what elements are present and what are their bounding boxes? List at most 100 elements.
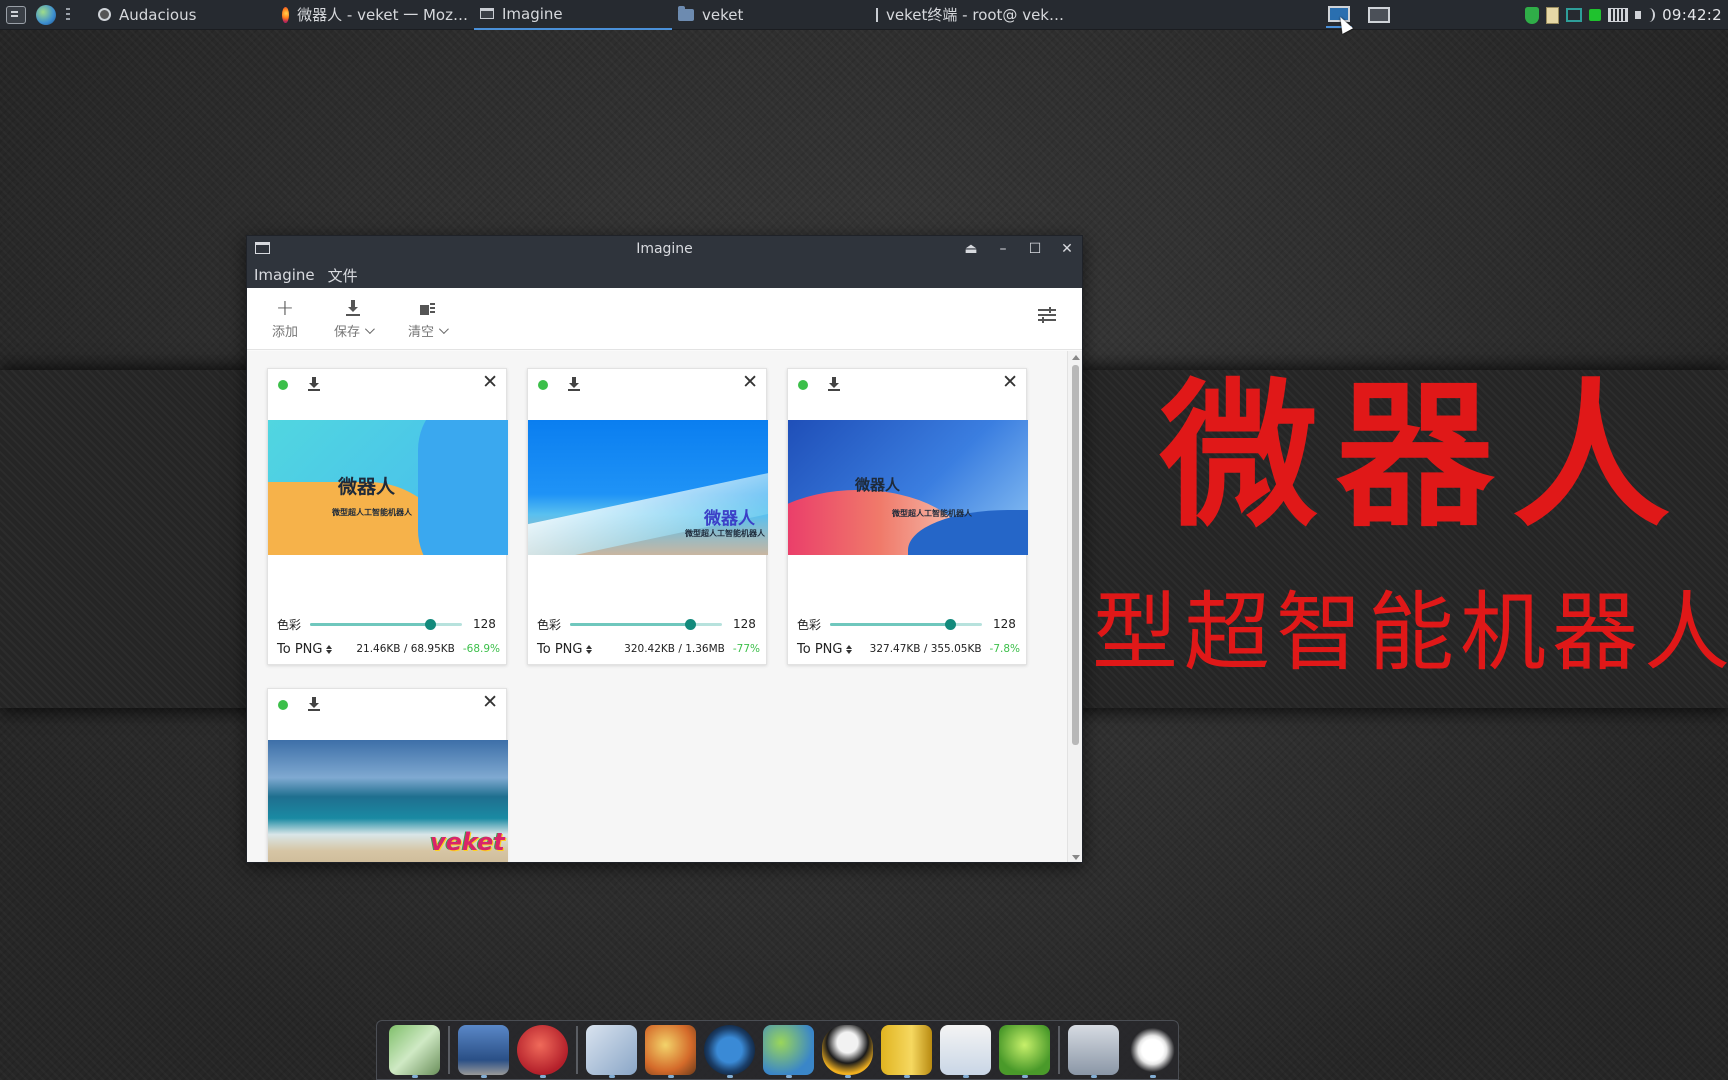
window-title: Imagine	[636, 241, 693, 257]
clock[interactable]: 09:42:2	[1662, 6, 1722, 24]
firefox-icon	[282, 6, 290, 23]
status-dot	[278, 700, 288, 710]
terminal-icon	[876, 7, 879, 22]
close-icon[interactable]: ✕	[742, 373, 758, 392]
image-card: ✕ 微器人 微型超人工智能机器人 色彩 128 To PNG 327.47KB …	[787, 368, 1028, 665]
vertical-scrollbar[interactable]	[1067, 351, 1082, 862]
launcher-area	[0, 4, 92, 25]
download-icon[interactable]	[308, 697, 320, 712]
image-thumbnail: 微器人 微型超人工智能机器人	[528, 420, 768, 555]
compression-percent: -77%	[732, 643, 760, 655]
browser-launcher-icon[interactable]	[36, 4, 56, 25]
battery-icon[interactable]	[1589, 9, 1602, 21]
volume-icon[interactable]	[1635, 7, 1656, 23]
dock-computer-icon[interactable]	[457, 1025, 509, 1078]
dock-spreadsheet-icon[interactable]	[940, 1025, 992, 1078]
colors-slider[interactable]	[830, 614, 982, 634]
thumb-subtitle: 微型超人工智能机器人	[892, 509, 972, 518]
terminal-launcher-icon[interactable]	[6, 5, 26, 24]
clear-button[interactable]: 清空	[408, 298, 449, 340]
slider-knob[interactable]	[685, 619, 696, 630]
minimize-button[interactable]: –	[994, 240, 1012, 258]
download-icon[interactable]	[568, 377, 580, 392]
size-info: 327.47KB / 355.05KB	[869, 643, 982, 655]
slider-label: 色彩	[797, 617, 822, 632]
image-list: ✕ 微器人 微型超人工智能机器人 色彩 128 To PNG 21.46KB /…	[247, 351, 1069, 862]
updown-icon	[846, 644, 853, 654]
close-icon[interactable]: ✕	[1002, 373, 1018, 392]
colors-slider[interactable]	[570, 614, 722, 634]
status-dot	[798, 380, 808, 390]
slider-knob[interactable]	[425, 619, 436, 630]
updown-icon	[586, 644, 593, 654]
window-controls: ⏏ – ☐ ✕	[962, 236, 1076, 262]
card-header: ✕	[788, 369, 1026, 419]
image-thumbnail: veket	[268, 740, 508, 862]
close-icon[interactable]: ✕	[482, 373, 498, 392]
status-dot	[538, 380, 548, 390]
keyboard-icon[interactable]	[1608, 8, 1629, 22]
compression-percent: -68.9%	[462, 643, 500, 655]
scrollbar-thumb[interactable]	[1072, 365, 1079, 745]
tune-icon[interactable]	[1038, 307, 1056, 323]
dock-media-player-icon[interactable]	[704, 1025, 756, 1078]
format-select[interactable]: To PNG	[277, 642, 347, 657]
menu-imagine[interactable]: Imagine	[254, 266, 315, 284]
dock-help-icon[interactable]	[999, 1025, 1051, 1078]
shade-button[interactable]: ⏏	[962, 240, 980, 258]
dock-drive-icon[interactable]	[1068, 1025, 1120, 1078]
dock-paint-icon[interactable]	[645, 1025, 697, 1078]
download-icon[interactable]	[828, 377, 840, 392]
clear-label: 清空	[408, 321, 449, 340]
menubar: Imagine 文件	[247, 262, 1082, 288]
window-titlebar[interactable]: Imagine ⏏ – ☐ ✕	[247, 236, 1082, 262]
slider-value: 128	[733, 617, 756, 631]
system-tray: 09:42:2	[1525, 0, 1728, 30]
task-firefox[interactable]: 微器人 - veket 一 Moz…	[276, 0, 474, 30]
clipboard-icon[interactable]	[1546, 6, 1560, 24]
desktop-switcher-2[interactable]	[1366, 2, 1392, 28]
task-file-manager[interactable]: veket	[672, 0, 870, 30]
task-terminal[interactable]: veket终端 - root@ vek…	[870, 0, 1070, 30]
compression-percent: -7.8%	[989, 643, 1020, 655]
close-icon[interactable]: ✕	[482, 693, 498, 712]
close-window-button[interactable]: ✕	[1058, 240, 1076, 258]
scroll-up-arrow-icon[interactable]	[1072, 355, 1080, 360]
chevron-down-icon	[439, 324, 449, 335]
dock-brightness-icon[interactable]	[1127, 1025, 1179, 1078]
slider-knob[interactable]	[945, 619, 956, 630]
save-button[interactable]: 保存	[334, 298, 375, 340]
toolbar: + 添加 保存 清空	[247, 288, 1082, 350]
dock-notes-icon[interactable]	[881, 1025, 933, 1078]
card-header: ✕	[528, 369, 766, 419]
colors-slider[interactable]	[310, 614, 462, 634]
launcher-separator	[66, 7, 70, 22]
format-row: To PNG 327.47KB / 355.05KB -7.8%	[788, 639, 1028, 659]
dock-wallpaper-icon[interactable]	[389, 1025, 441, 1078]
add-label: 添加	[272, 325, 299, 340]
maximize-button[interactable]: ☐	[1026, 240, 1044, 258]
dock-editor-icon[interactable]	[585, 1025, 637, 1078]
image-card: ✕ veket	[267, 688, 508, 862]
dock-users-icon[interactable]	[763, 1025, 815, 1078]
format-select[interactable]: To PNG	[537, 642, 607, 657]
dock-game-icon[interactable]	[517, 1025, 569, 1078]
task-imagine[interactable]: Imagine	[474, 0, 672, 30]
top-panel: Audacious 微器人 - veket 一 Moz… Imagine vek…	[0, 0, 1728, 30]
menu-file[interactable]: 文件	[328, 265, 358, 286]
scroll-down-arrow-icon[interactable]	[1072, 855, 1080, 860]
thumb-title: 微器人	[704, 509, 755, 529]
folder-icon	[678, 5, 694, 21]
task-audacious[interactable]: Audacious	[92, 0, 252, 30]
download-icon[interactable]	[308, 377, 320, 392]
network-icon[interactable]	[1566, 8, 1583, 22]
shield-icon[interactable]	[1525, 6, 1540, 24]
task-label: 微器人 - veket 一 Moz…	[297, 6, 468, 24]
format-select[interactable]: To PNG	[797, 642, 867, 657]
dock-qq-penguin-icon[interactable]	[822, 1025, 874, 1078]
add-button[interactable]: + 添加	[272, 296, 299, 341]
card-header: ✕	[268, 369, 506, 419]
window-menu-icon[interactable]	[255, 242, 270, 254]
window-icon	[480, 8, 494, 19]
image-card: ✕ 微器人 微型超人工智能机器人 色彩 128 To PNG 320.42KB …	[527, 368, 768, 665]
